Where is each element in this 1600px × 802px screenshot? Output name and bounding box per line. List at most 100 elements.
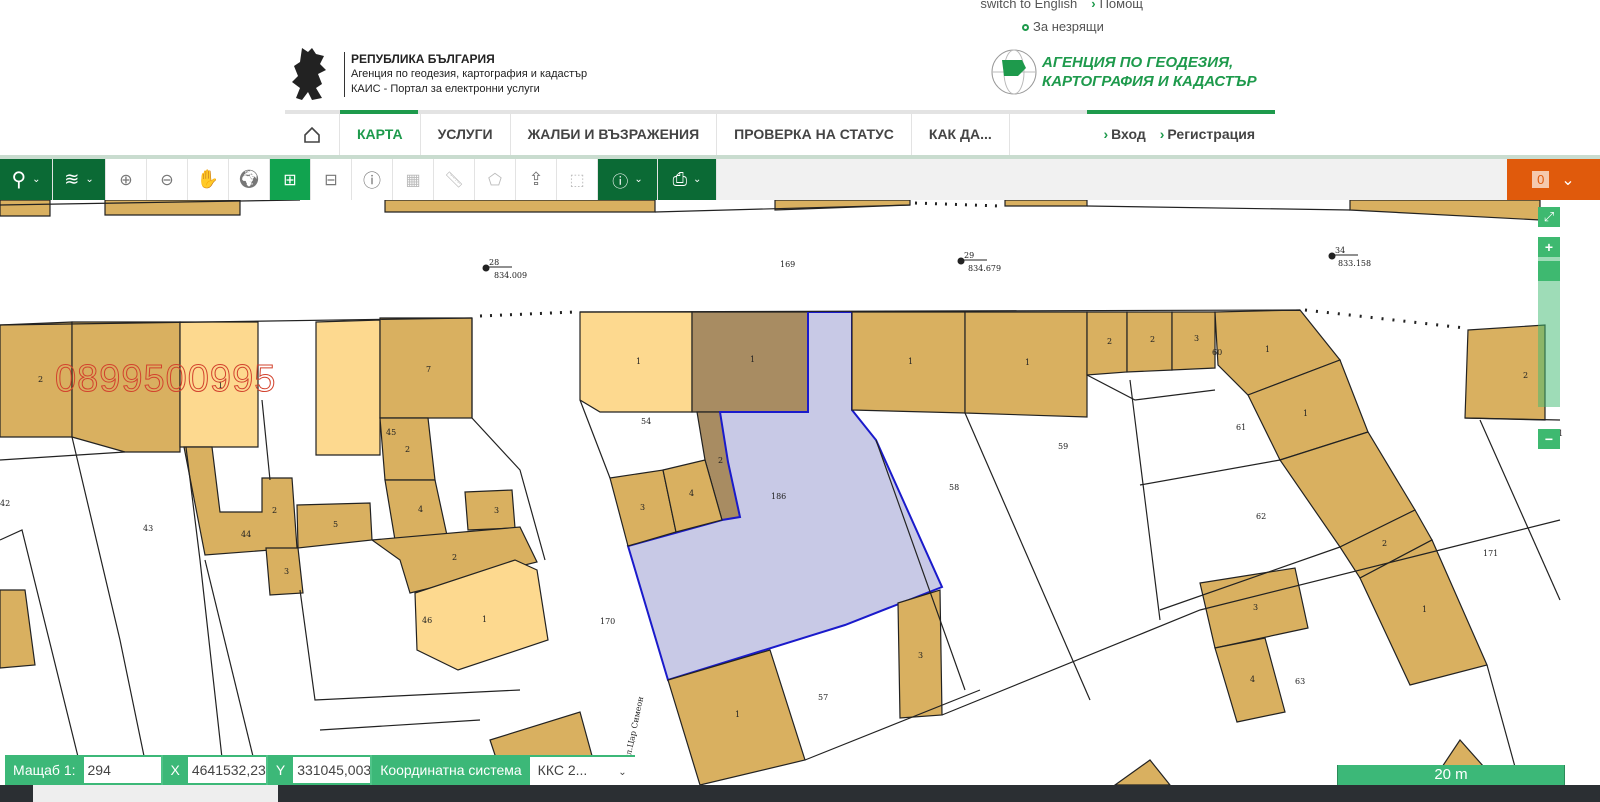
parcel-label: 2 [272,506,277,515]
parcel-label: 3 [1194,334,1199,343]
parcel-label: 1 [908,357,913,366]
nav-services[interactable]: УСЛУГИ [421,114,511,155]
zoom-minus-button[interactable]: − [1538,429,1560,449]
ruler-button[interactable]: 📏︎ [434,159,475,200]
parcel-label: 2 [405,445,410,454]
parcel-label: 1 [1422,605,1427,614]
switch-language-link[interactable]: switch to English [980,0,1077,11]
parcel-label: 3 [494,506,499,515]
register-label: Регистрация [1167,126,1255,142]
search-tool-button[interactable]: ⚲ ⌄ [0,159,53,200]
full-extent-button[interactable]: 🌍︎ [229,159,270,200]
brand-title: РЕПУБЛИКА БЪЛГАРИЯ [351,51,495,66]
agency-name-2: КАРТОГРАФИЯ И КАДАСТЪР [1042,73,1257,90]
layers-tool-button[interactable]: ≋ ⌄ [53,159,106,200]
parcel-label: 2 [452,553,457,562]
login-link[interactable]: › Вход [1103,114,1145,155]
parcel-label: 3 [918,651,923,660]
upload-button[interactable]: ⇪ [516,159,557,200]
blind-link[interactable]: За незрящи [1022,19,1104,34]
brand-logo[interactable]: РЕПУБЛИКА БЪЛГАРИЯ Агенция по геодезия, … [288,44,587,104]
parcel-label: 3 [640,503,645,512]
zoom-out-icon: ⊖ [160,171,174,189]
parcel-label: 1 [735,710,740,719]
nav-complaints[interactable]: ЖАЛБИ И ВЪЗРАЖЕНИЯ [511,114,718,155]
parcel-label: 43 [143,524,153,533]
brand-text: РЕПУБЛИКА БЪЛГАРИЯ Агенция по геодезия, … [344,51,588,97]
crs-value: ККС 2... [537,762,588,778]
survey-point: 29 834.679 [957,251,1001,273]
cart-button[interactable]: 0 ⌄ [1507,159,1600,200]
chevron-down-icon: ⌄ [693,174,702,185]
building [1113,759,1171,785]
register-link[interactable]: › Регистрация [1160,114,1255,155]
building [1464,324,1546,421]
measure-area-button[interactable]: ▦ [393,159,434,200]
info-button[interactable]: ⓘ [352,159,393,200]
scale-bar: 20 m [1337,765,1565,785]
parcel-label: 170 [600,617,615,626]
parcel-label: 2 [1523,371,1528,380]
chevron-down-icon: ⌄ [634,174,643,185]
brand-subtitle: Агенция по геодезия, картография и кадас… [351,67,588,80]
zoom-out-button[interactable]: ⊖ [147,159,188,200]
zoom-track[interactable] [1538,257,1560,407]
help-link[interactable]: › Помощ [1091,0,1143,11]
zoom-in-button[interactable]: ⊕ [106,159,147,200]
horizontal-scrollbar[interactable] [0,785,1600,802]
globe-logo-icon [991,49,1037,95]
zoom-thumb[interactable] [1538,261,1560,281]
point-elevation: 834.679 [968,264,1001,273]
crs-select[interactable]: ККС 2... ⌄ [529,757,635,785]
parcel-label: 58 [949,483,959,492]
parcel-label: 1 [1303,409,1308,418]
select-area-button[interactable]: ⬚ [557,159,598,200]
cadastral-map: 169 43 44 45 46 54 186 58 59 61 62 63 17… [0,200,1563,785]
polygon-icon: ⬠ [488,171,502,189]
parcel-label: 62 [1256,512,1266,521]
parcel-label: 2 [38,375,43,384]
parcel-label: 4 [689,489,694,498]
point-id: 34 [1335,246,1345,255]
select-add-icon: ⊞ [283,171,297,189]
x-label: X [170,762,180,778]
nav-status-check[interactable]: ПРОВЕРКА НА СТАТУС [717,114,912,155]
agency-logo[interactable]: АГЕНЦИЯ ПО ГЕОДЕЗИЯ, КАРТОГРАФИЯ И КАДАСТ… [990,48,1257,96]
layer-info-button[interactable]: ⓘ ⌄ [598,159,658,200]
y-coordinate-input[interactable] [293,757,371,783]
building [1349,200,1541,221]
parcel-label: 7 [426,365,431,374]
scrollbar-thumb[interactable] [33,785,278,802]
map-canvas[interactable]: 169 43 44 45 46 54 186 58 59 61 62 63 17… [0,200,1600,785]
zoom-plus-button[interactable]: + [1538,237,1560,257]
polygon-button[interactable]: ⬠ [475,159,516,200]
home-icon [304,126,320,143]
home-button[interactable] [285,114,340,155]
pan-button[interactable]: ✋ [188,159,229,200]
point-id: 28 [489,258,499,267]
nav-map[interactable]: КАРТА [340,114,421,155]
chevron-down-icon: ⌄ [32,174,41,185]
parcel-label: 5 [333,520,338,529]
agency-name-1: АГЕНЦИЯ ПО ГЕОДЕЗИЯ, [1042,54,1234,71]
building [464,489,516,531]
login-label: Вход [1111,126,1146,142]
scale-input[interactable] [83,757,161,783]
parcel-label: 1 [1265,345,1270,354]
nav-how-to[interactable]: КАК ДА... [912,114,1010,155]
layer-info-icon: ⓘ [612,173,629,191]
parcel-label: 46 [422,616,432,625]
survey-point: 34 833.158 [1328,246,1371,268]
select-remove-button[interactable]: ⊟ [311,159,352,200]
blind-label: За незрящи [1033,19,1104,34]
x-coordinate-input[interactable] [187,757,266,783]
crs-label: Координатна система [380,762,522,778]
select-add-button[interactable]: ⊞ [270,159,311,200]
print-button[interactable]: ⎙ ⌄ [658,159,717,200]
parcel-label: 186 [771,492,786,501]
parcel-label: 63 [1295,677,1305,686]
fullscreen-button[interactable]: ⤢ [1538,207,1560,227]
scale-label: Мащаб 1: [13,762,76,778]
chevron-down-icon: ⌄ [1561,171,1575,189]
zoom-slider[interactable]: + − [1538,237,1560,449]
